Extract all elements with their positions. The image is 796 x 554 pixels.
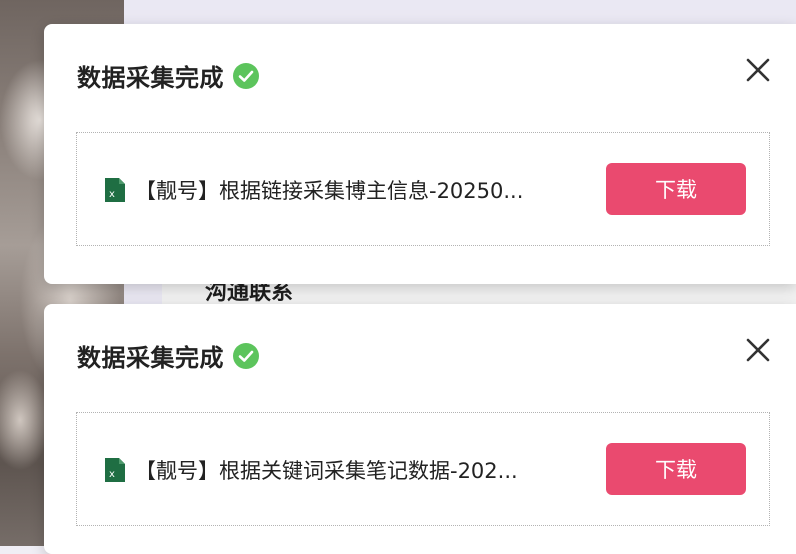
notification-title: 数据采集完成 [77, 64, 224, 92]
close-icon [746, 58, 770, 82]
excel-file-icon: x [104, 457, 126, 483]
close-button[interactable] [744, 56, 772, 84]
check-circle-icon [232, 342, 260, 370]
download-button[interactable]: 下载 [606, 443, 746, 495]
notification-header: 数据采集完成 [77, 58, 260, 93]
check-circle-icon [232, 62, 260, 90]
file-name: 【靓号】根据关键词采集笔记数据-202... [135, 459, 518, 483]
close-button[interactable] [744, 336, 772, 364]
svg-text:x: x [109, 189, 115, 200]
download-notification: 数据采集完成 x 【靓号】根据链接采集博主信息-20250... 下载 [44, 24, 796, 284]
file-item: x 【靓号】根据链接采集博主信息-20250... 下载 [76, 132, 770, 246]
file-name: 【靓号】根据链接采集博主信息-20250... [135, 179, 524, 203]
file-item: x 【靓号】根据关键词采集笔记数据-202... 下载 [76, 412, 770, 526]
download-notification: 数据采集完成 x 【靓号】根据关键词采集笔记数据-202... 下载 [44, 304, 796, 554]
excel-file-icon: x [104, 177, 126, 203]
download-button[interactable]: 下载 [606, 163, 746, 215]
close-icon [746, 338, 770, 362]
svg-text:x: x [109, 469, 115, 480]
notification-header: 数据采集完成 [77, 338, 260, 373]
notification-title: 数据采集完成 [77, 344, 224, 372]
